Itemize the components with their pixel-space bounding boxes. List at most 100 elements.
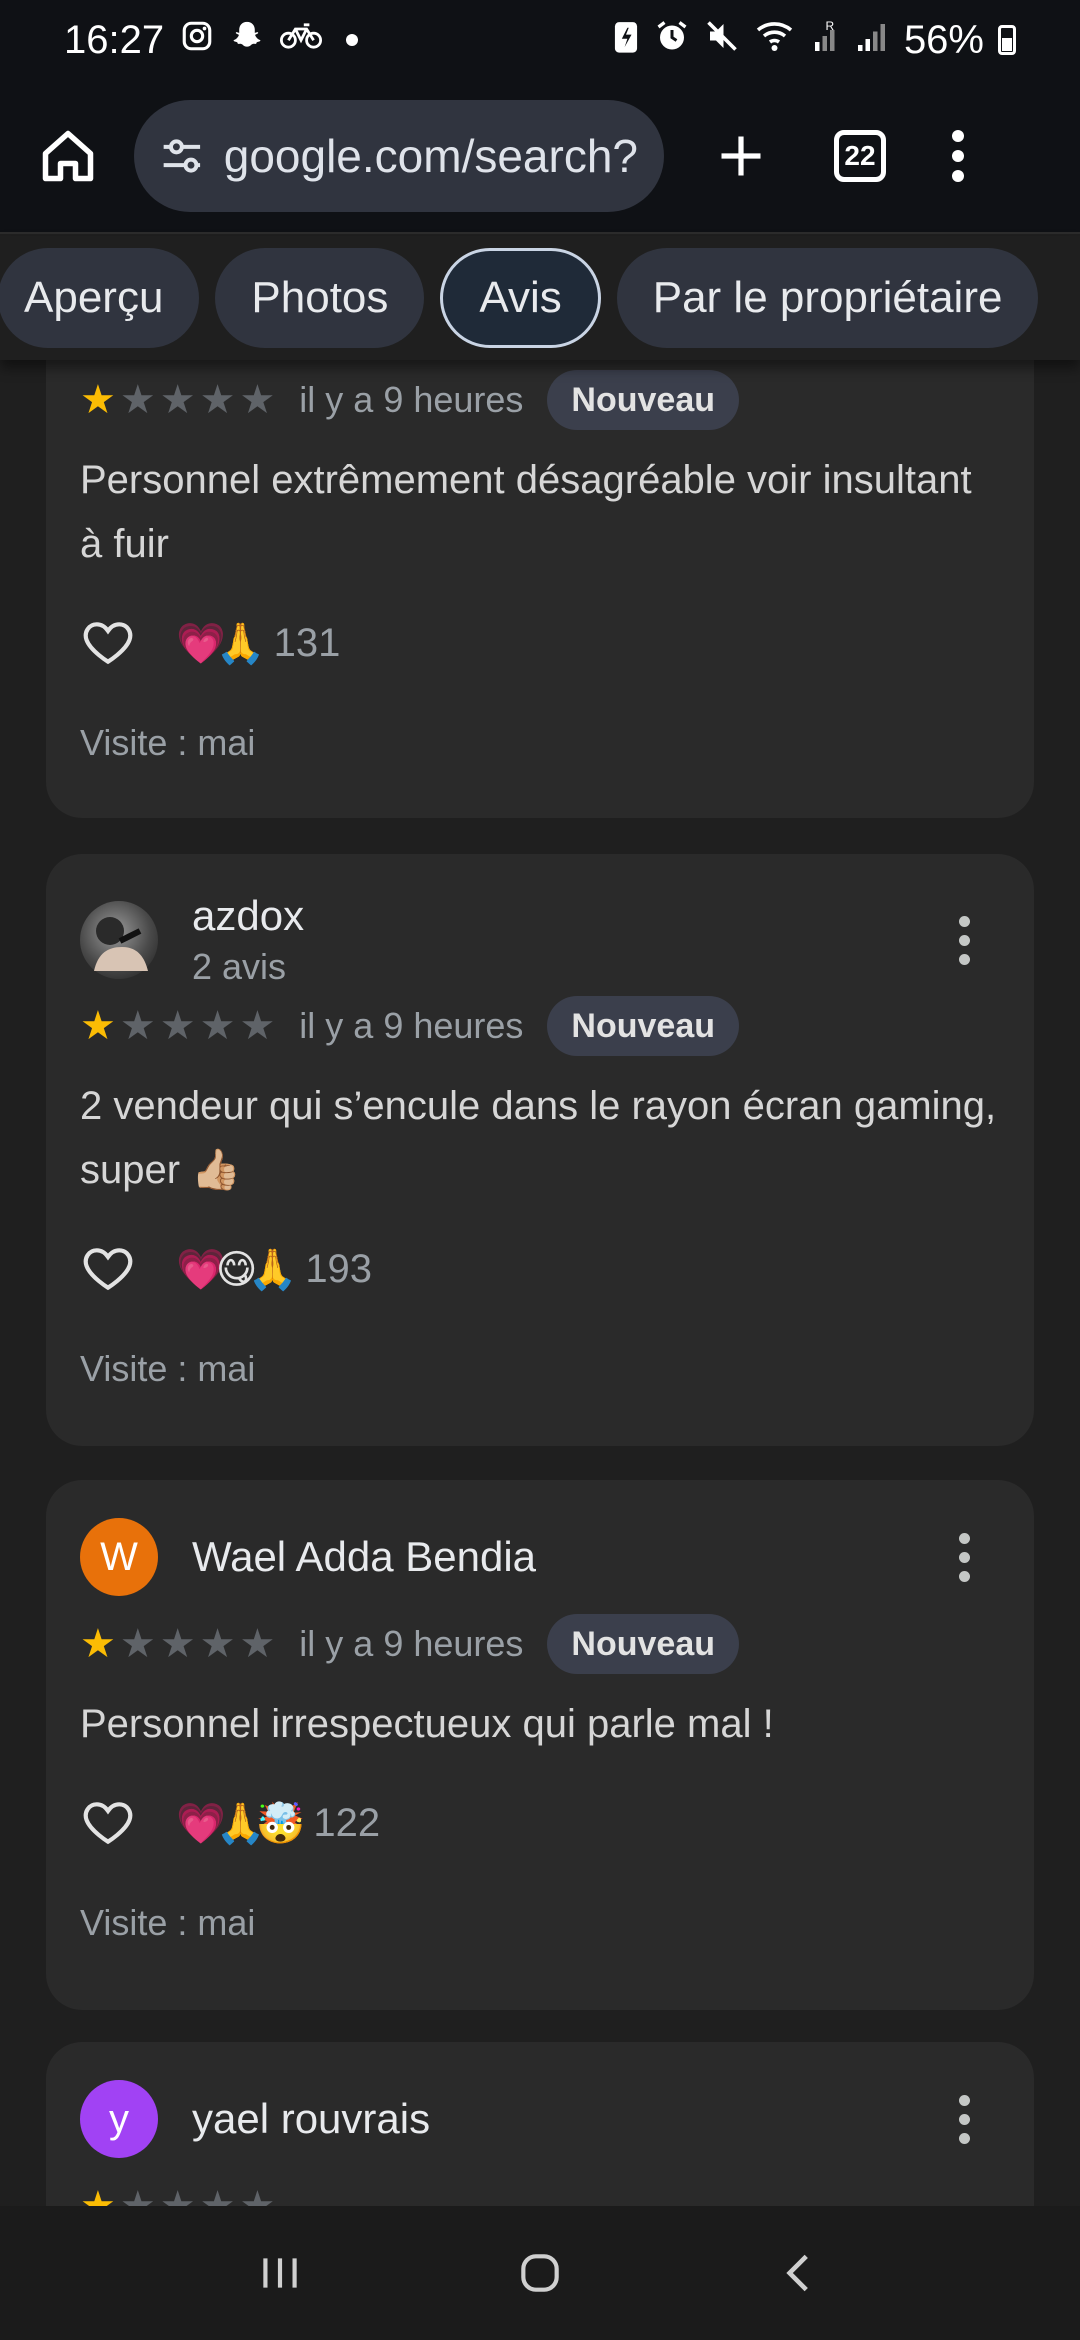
review-text: 2 vendeur qui s’encule dans le rayon écr… bbox=[80, 1084, 997, 1192]
signal-icon bbox=[856, 18, 890, 63]
visit-date: Visite : mai bbox=[80, 1348, 256, 1389]
star-empty-icon: ★ bbox=[239, 1622, 276, 1666]
snapchat-icon bbox=[230, 19, 264, 62]
review-card: y yael rouvrais ★ ★ ★ ★ ★ bbox=[46, 2042, 1034, 2206]
review-more-button[interactable] bbox=[954, 915, 974, 965]
recent-apps-icon bbox=[263, 2258, 297, 2288]
review-card: W Wael Adda Bendia ★ ★ ★ ★ ★ il y a 9 he… bbox=[46, 1480, 1034, 2010]
avatar[interactable]: y bbox=[80, 2080, 158, 2158]
back-chevron-icon bbox=[786, 2254, 808, 2292]
star-empty-icon: ★ bbox=[119, 2184, 156, 2206]
back-button[interactable] bbox=[760, 2233, 840, 2313]
system-navigation-bar bbox=[0, 2206, 1080, 2340]
review-rating-row: ★ ★ ★ ★ ★ il y a 9 heures Nouveau bbox=[46, 994, 1034, 1058]
browser-menu-button[interactable] bbox=[948, 130, 968, 182]
reaction-emojis[interactable]: 💗😋🙏 bbox=[176, 1246, 297, 1293]
star-rating: ★ ★ ★ ★ ★ bbox=[80, 2183, 275, 2206]
review-time: il y a 9 heures bbox=[299, 1005, 524, 1046]
reviewer-name[interactable]: yael rouvrais bbox=[192, 2095, 430, 2143]
reaction-row: 💗🙏🤯 122 bbox=[46, 1788, 1034, 1858]
star-filled-icon: ★ bbox=[80, 1622, 116, 1666]
reaction-row: 💗😋🙏 193 bbox=[46, 1234, 1034, 1304]
review-time: il y a 9 heures bbox=[299, 379, 524, 420]
reaction-count: 131 bbox=[273, 620, 341, 665]
more-dot-icon bbox=[952, 130, 964, 142]
star-empty-icon: ★ bbox=[239, 2184, 276, 2206]
chip-apercu[interactable]: Aperçu bbox=[0, 248, 200, 348]
reviews-list[interactable]: ★ ★ ★ ★ ★ il y a 9 heures Nouveau Person… bbox=[0, 360, 1080, 2206]
review-text: Personnel extrêmement désagréable voir i… bbox=[80, 458, 972, 566]
star-empty-icon: ★ bbox=[119, 1622, 156, 1666]
visit-date: Visite : mai bbox=[80, 722, 256, 763]
mute-icon bbox=[704, 18, 740, 63]
more-dot-icon bbox=[958, 2113, 970, 2125]
visit-date: Visite : mai bbox=[80, 1902, 256, 1943]
star-empty-icon: ★ bbox=[199, 378, 236, 422]
star-filled-icon: ★ bbox=[80, 378, 116, 422]
chip-par-le-proprietaire[interactable]: Par le propriétaire bbox=[616, 248, 1039, 348]
more-dot-icon bbox=[958, 934, 970, 946]
reaction-emojis[interactable]: 💗🙏🤯 bbox=[176, 1800, 305, 1847]
more-dot-icon bbox=[952, 150, 964, 162]
new-badge: Nouveau bbox=[547, 370, 740, 430]
star-empty-icon: ★ bbox=[239, 378, 276, 422]
review-header: y yael rouvrais bbox=[46, 2042, 1034, 2158]
star-empty-icon: ★ bbox=[199, 1622, 236, 1666]
star-empty-icon: ★ bbox=[199, 2184, 236, 2206]
like-heart-icon[interactable] bbox=[80, 615, 136, 671]
status-time: 16:27 bbox=[64, 17, 165, 62]
like-heart-icon[interactable] bbox=[80, 1795, 136, 1851]
reaction-emojis[interactable]: 💗🙏 bbox=[176, 620, 266, 667]
bicycle-icon bbox=[280, 19, 323, 62]
recent-apps-button[interactable] bbox=[240, 2233, 320, 2313]
plus-icon bbox=[721, 136, 761, 176]
home-icon bbox=[42, 130, 94, 182]
wifi-icon bbox=[754, 18, 798, 63]
tab-switcher-button[interactable]: 22 bbox=[834, 130, 886, 182]
notification-dot-icon bbox=[346, 34, 359, 46]
star-filled-icon: ★ bbox=[80, 2184, 116, 2206]
avatar[interactable]: W bbox=[80, 1518, 158, 1596]
reviewer-name[interactable]: Wael Adda Bendia bbox=[192, 1533, 536, 1581]
battery-saver-icon bbox=[612, 18, 640, 63]
site-settings-icon bbox=[163, 139, 201, 173]
review-rating-row: ★ ★ ★ ★ ★ bbox=[46, 2174, 1034, 2206]
address-bar[interactable]: google.com/search? bbox=[134, 100, 664, 212]
review-more-button[interactable] bbox=[954, 1532, 974, 1582]
star-filled-icon: ★ bbox=[80, 1004, 116, 1048]
battery-percent: 56% bbox=[903, 17, 984, 62]
alarm-icon bbox=[654, 18, 690, 63]
home-button[interactable] bbox=[30, 118, 106, 194]
star-rating: ★ ★ ★ ★ ★ bbox=[80, 1621, 275, 1667]
star-empty-icon: ★ bbox=[159, 2184, 196, 2206]
battery-icon bbox=[998, 25, 1016, 55]
star-empty-icon: ★ bbox=[199, 1004, 236, 1048]
home-nav-button[interactable] bbox=[500, 2233, 580, 2313]
chip-avis[interactable]: Avis bbox=[440, 248, 601, 348]
reviewer-name[interactable]: azdox bbox=[192, 892, 304, 940]
home-circle-icon bbox=[521, 2254, 559, 2292]
review-header: azdox 2 avis bbox=[46, 854, 1034, 988]
section-chips: Aperçu Photos Avis Par le propriétaire bbox=[0, 236, 1080, 360]
review-text: Personnel irrespectueux qui parle mal ! bbox=[80, 1702, 774, 1746]
user-photo-icon bbox=[94, 917, 148, 971]
star-empty-icon: ★ bbox=[119, 378, 156, 422]
new-tab-button[interactable] bbox=[706, 121, 776, 191]
more-dot-icon bbox=[958, 915, 970, 927]
avatar[interactable] bbox=[80, 901, 158, 979]
instagram-icon bbox=[180, 19, 214, 62]
star-empty-icon: ★ bbox=[159, 378, 196, 422]
review-rating-row: ★ ★ ★ ★ ★ il y a 9 heures Nouveau bbox=[46, 368, 1034, 432]
more-dot-icon bbox=[958, 1532, 970, 1544]
more-dot-icon bbox=[958, 1570, 970, 1582]
review-header: W Wael Adda Bendia bbox=[46, 1480, 1034, 1596]
chip-photos[interactable]: Photos bbox=[215, 248, 425, 348]
more-dot-icon bbox=[958, 1551, 970, 1563]
reaction-row: 💗🙏 131 bbox=[46, 608, 1034, 678]
star-empty-icon: ★ bbox=[159, 1004, 196, 1048]
review-time: il y a 9 heures bbox=[299, 1623, 524, 1664]
review-more-button[interactable] bbox=[954, 2094, 974, 2144]
review-rating-row: ★ ★ ★ ★ ★ il y a 9 heures Nouveau bbox=[46, 1612, 1034, 1676]
like-heart-icon[interactable] bbox=[80, 1241, 136, 1297]
browser-toolbar: google.com/search? 22 bbox=[0, 80, 1080, 234]
